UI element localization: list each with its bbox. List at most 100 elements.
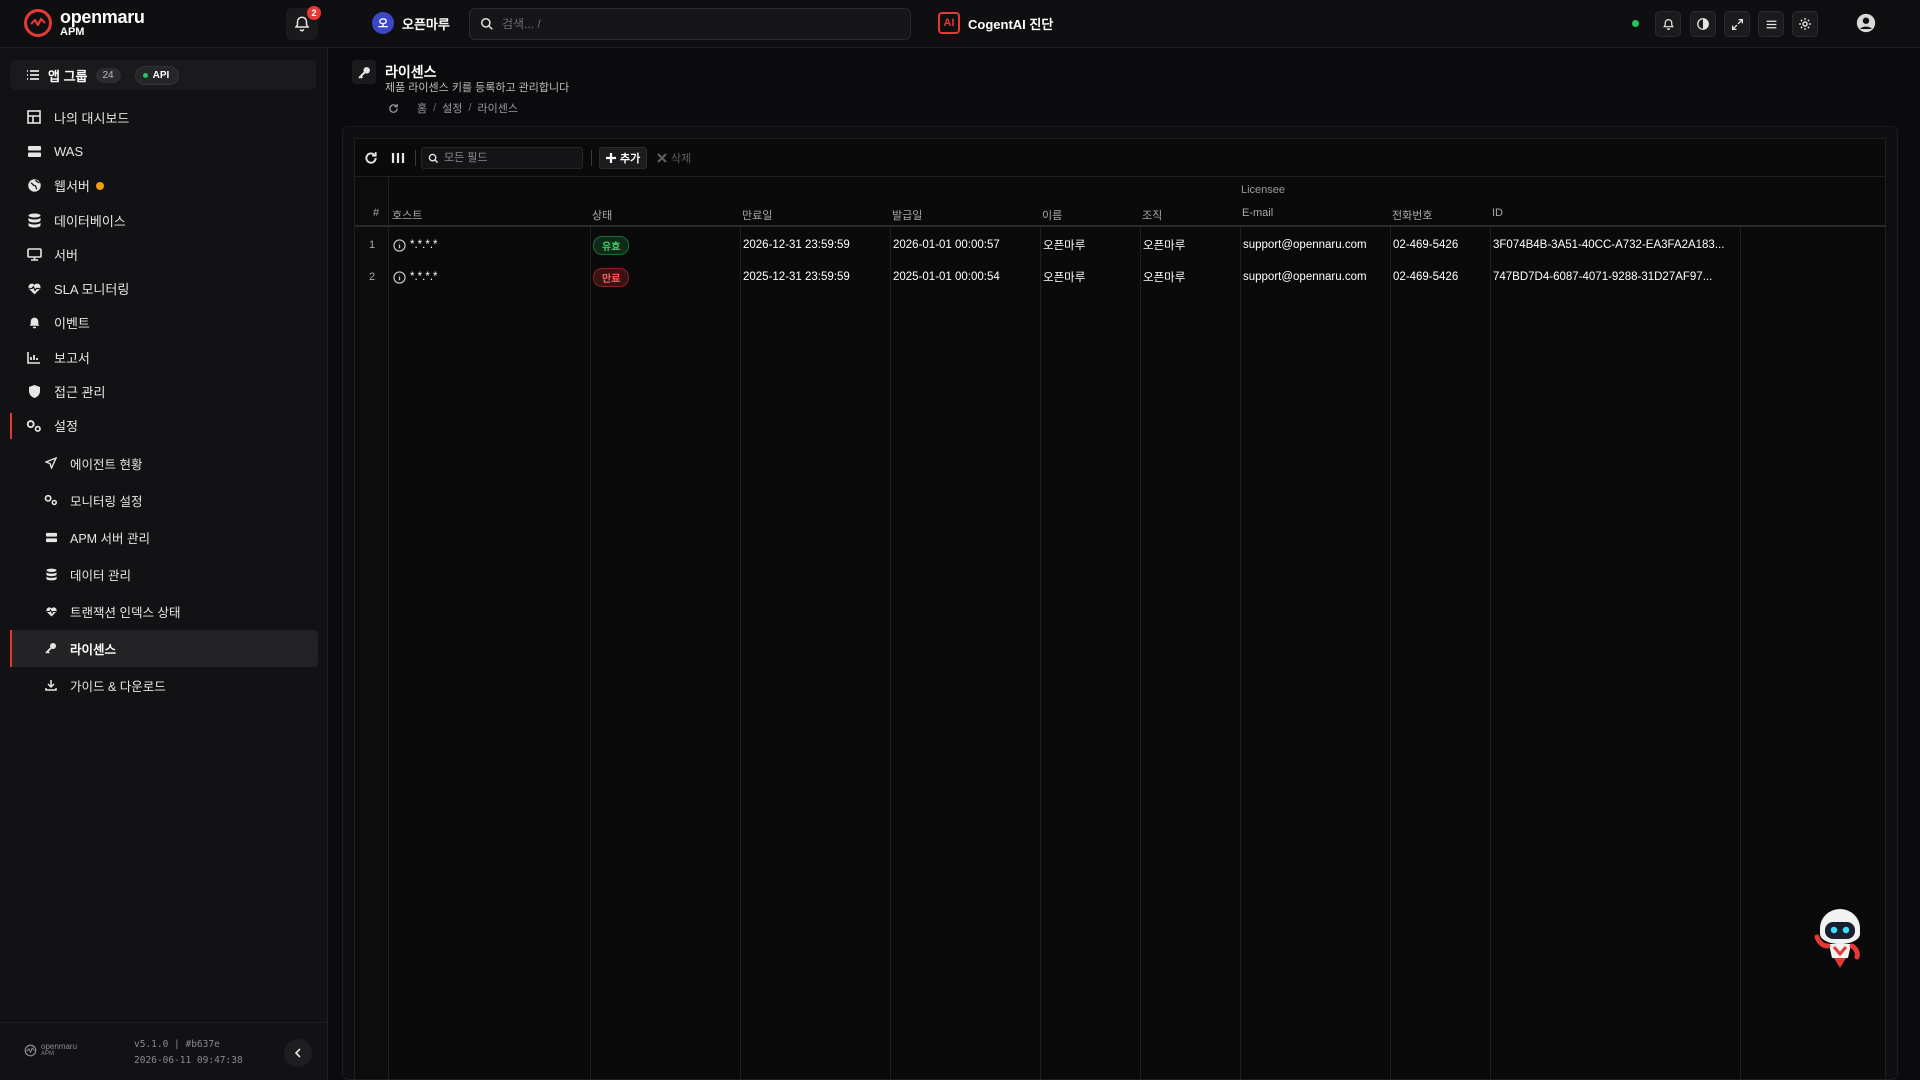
col-expires[interactable]: 만료일 (742, 207, 772, 223)
menu-button[interactable] (1758, 11, 1784, 37)
col-issued[interactable]: 발급일 (892, 207, 922, 223)
col-id[interactable]: ID (1492, 207, 1503, 219)
cogentai-button[interactable]: AI CogentAI 진단 (938, 12, 1053, 34)
sidebar-sub-monitoring-settings[interactable]: 모니터링 설정 (0, 482, 328, 519)
column-divider (1740, 227, 1741, 1079)
server-stack-icon (26, 143, 42, 159)
footer-logo: openmaru APM (24, 1043, 77, 1057)
status-badge: 유효 (593, 235, 630, 255)
col-name[interactable]: 이름 (1042, 207, 1062, 223)
add-label: 추가 (620, 153, 641, 165)
sidebar-item-label: 나의 대시보드 (54, 110, 130, 126)
sidebar-item-dashboard[interactable]: 나의 대시보드 (0, 100, 328, 134)
sidebar-item-access[interactable]: 접근 관리 (0, 374, 328, 408)
sidebar-sub-label: APM 서버 관리 (70, 531, 151, 546)
grid-toolbar: 추가 삭제 (355, 139, 1885, 177)
key-icon (44, 641, 58, 655)
refresh-icon[interactable] (388, 103, 399, 114)
sidebar-sub-guide-download[interactable]: 가이드 & 다운로드 (0, 667, 328, 704)
logo-sub: APM (60, 26, 85, 38)
sidebar-sub-agents[interactable]: 에이전트 현황 (0, 445, 328, 482)
close-icon (657, 153, 667, 163)
host-value: *.*.*.* (410, 239, 438, 251)
notifications-button[interactable]: 2 (286, 6, 321, 40)
ai-assistant-robot[interactable] (1810, 898, 1870, 970)
app-logo[interactable]: openmaru APM (24, 8, 145, 38)
col-phone[interactable]: 전화번호 (1392, 207, 1432, 223)
email-cell: support@opennaru.com (1243, 239, 1367, 251)
sidebar-item-webserver[interactable]: 웹서버 (0, 169, 328, 203)
sidebar-sub-apm-server[interactable]: APM 서버 관리 (0, 519, 328, 556)
sidebar-footer: openmaru APM v5.1.0 | #b637e 2026-06-11 … (0, 1022, 328, 1080)
notification-count-badge: 2 (307, 6, 321, 20)
plus-icon (606, 153, 616, 163)
add-license-button[interactable]: 추가 (599, 147, 648, 169)
sidebar-sub-label: 가이드 & 다운로드 (70, 679, 166, 694)
info-icon[interactable] (393, 270, 406, 284)
api-toggle[interactable]: API (134, 65, 180, 85)
toolbar-divider (591, 150, 592, 166)
sidebar-item-was[interactable]: WAS (0, 134, 328, 168)
col-index[interactable]: # (373, 207, 379, 219)
table-row[interactable]: 2 *.*.*.* 만료 2025-12-31 23:59:59 2025-01… (355, 261, 1885, 293)
app-group-selector[interactable]: 앱 그룹 24 API (10, 60, 316, 90)
info-icon[interactable] (393, 238, 406, 252)
sidebar-sub-data-management[interactable]: 데이터 관리 (0, 556, 328, 593)
breadcrumb-current: 라이센스 (477, 103, 518, 115)
filter-input[interactable] (444, 152, 574, 164)
column-divider (1390, 227, 1391, 1079)
status-cell: 만료 (593, 261, 630, 293)
footer-logo-sub: APM (41, 1051, 55, 1057)
column-divider (740, 227, 741, 1079)
column-divider (1040, 227, 1041, 1079)
col-email[interactable]: E-mail (1242, 207, 1273, 219)
sidebar-item-reports[interactable]: 보고서 (0, 340, 328, 374)
sidebar-item-events[interactable]: 이벤트 (0, 306, 328, 340)
build-time: 2026-06-11 09:47:38 (134, 1055, 243, 1066)
sidebar-item-label: 설정 (54, 419, 78, 435)
col-org[interactable]: 조직 (1142, 207, 1162, 223)
col-host[interactable]: 호스트 (392, 207, 422, 223)
app-group-label: 앱 그룹 (48, 68, 88, 84)
sidebar-nav: 나의 대시보드 WAS 웹서버 데이터베이스 서버 SLA 모니터링 이벤트 보… (0, 100, 328, 704)
sidebar-item-database[interactable]: 데이터베이스 (0, 203, 328, 237)
sidebar-item-server[interactable]: 서버 (0, 237, 328, 271)
breadcrumb-home[interactable]: 홈 (417, 100, 427, 116)
settings-button[interactable] (1792, 11, 1818, 37)
logo-mark-icon (24, 9, 52, 37)
alerts-button[interactable] (1655, 11, 1681, 37)
sidebar-sub-tx-index[interactable]: 트랜잭션 인덱스 상태 (0, 593, 328, 630)
grid-filter[interactable] (421, 147, 583, 169)
sidebar-item-sla[interactable]: SLA 모니터링 (0, 271, 328, 305)
fullscreen-button[interactable] (1724, 11, 1750, 37)
delete-label: 삭제 (671, 153, 692, 165)
sidebar-item-settings[interactable]: 설정 (0, 409, 328, 443)
search-input[interactable] (502, 17, 882, 31)
refresh-button[interactable] (359, 147, 383, 169)
licensee-group-header: Licensee (1241, 184, 1286, 196)
table-row[interactable]: 1 *.*.*.* 유효 2026-12-31 23:59:59 2026-01… (355, 229, 1885, 261)
col-status[interactable]: 상태 (592, 207, 612, 223)
user-menu-button[interactable] (1855, 12, 1877, 34)
org-selector[interactable]: 오 오픈마루 (372, 12, 450, 34)
sidebar-item-label: 보고서 (54, 350, 90, 366)
status-badge: 만료 (593, 267, 630, 287)
name-cell: 오픈마루 (1043, 240, 1086, 252)
id-cell: 3F074B4B-3A51-40CC-A732-EA3FA2A183... (1493, 239, 1725, 251)
breadcrumb-settings[interactable]: 설정 (442, 100, 462, 116)
refresh-icon (365, 152, 377, 164)
gears-icon (26, 418, 42, 434)
host-value: *.*.*.* (410, 271, 438, 283)
org-avatar: 오 (372, 12, 394, 34)
org-name: 오픈마루 (402, 16, 450, 32)
expand-icon (1731, 18, 1743, 30)
columns-button[interactable] (386, 147, 410, 169)
database-icon (26, 212, 42, 228)
collapse-sidebar-button[interactable] (284, 1039, 312, 1067)
version-label: v5.1.0 | #b637e (134, 1039, 220, 1050)
org-cell: 오픈마루 (1143, 272, 1186, 284)
theme-toggle-button[interactable] (1690, 11, 1716, 37)
delete-license-button[interactable]: 삭제 (653, 147, 695, 169)
global-search[interactable] (469, 8, 911, 40)
sidebar-sub-license[interactable]: 라이센스 (10, 629, 318, 667)
